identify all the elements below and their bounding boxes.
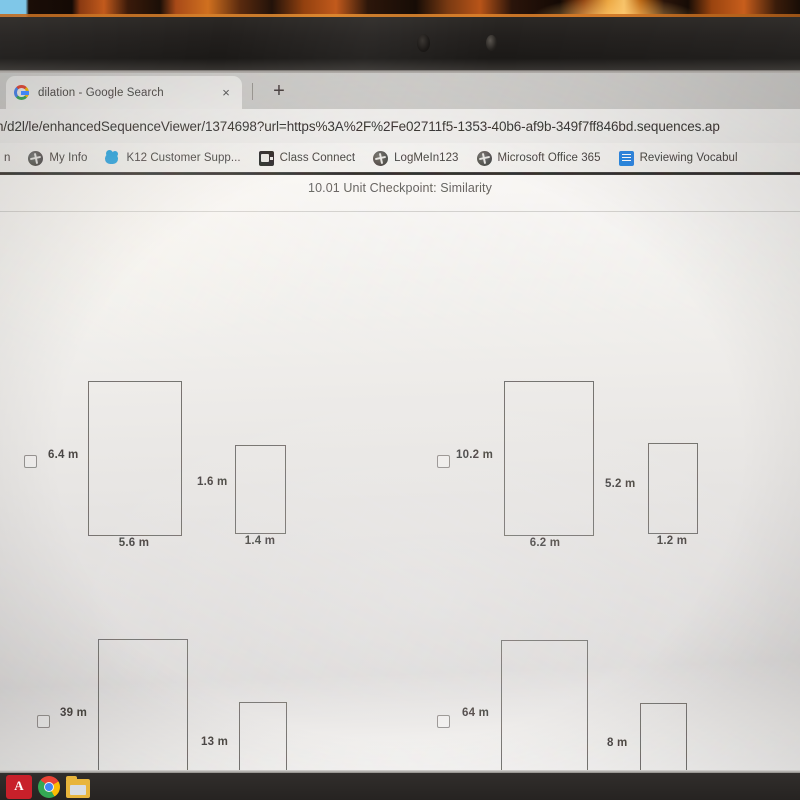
- option-d-small-height-label: 8 m: [607, 737, 628, 749]
- globe-icon: [373, 150, 389, 166]
- bookmark-label: n: [4, 152, 11, 164]
- chrome-icon[interactable]: [38, 775, 60, 798]
- quiz-page: 10.01 Unit Checkpoint: Similarity 6.4 m …: [0, 175, 800, 773]
- bookmark-label: LogMeIn123: [394, 152, 459, 164]
- close-icon[interactable]: ×: [218, 85, 234, 101]
- bookmark-item-my-info[interactable]: My Info: [19, 150, 96, 166]
- globe-icon: [476, 150, 492, 166]
- answer-option-b[interactable]: 10.2 m 6.2 m 5.2 m 1.2 m: [400, 175, 800, 549]
- address-bar[interactable]: n/d2l/le/enhancedSequenceViewer/1374698?…: [0, 109, 800, 143]
- laptop-photo: dilation - Google Search × + n/d2l/le/en…: [0, 0, 800, 800]
- bookmark-item-cut[interactable]: n: [0, 152, 19, 164]
- bookmark-item-reviewing-vocabulary[interactable]: Reviewing Vocabul: [610, 150, 747, 166]
- bookmark-item-logmein123[interactable]: LogMeIn123: [364, 150, 467, 166]
- option-c-small-height-label: 13 m: [201, 736, 229, 748]
- bookmark-label: K12 Customer Supp...: [126, 152, 241, 164]
- bookmark-item-class-connect[interactable]: Class Connect: [250, 150, 364, 166]
- bookmark-item-k12-customer-support[interactable]: K12 Customer Supp...: [96, 149, 249, 166]
- bookmarks-bar: n My Info K12 Customer Supp... Class Con…: [0, 143, 800, 173]
- rectangle-shape: [239, 702, 287, 773]
- option-b-checkbox[interactable]: [437, 455, 450, 468]
- pdf-icon[interactable]: [6, 774, 32, 799]
- rectangle-shape: [98, 639, 188, 773]
- option-c-checkbox[interactable]: [37, 715, 50, 728]
- bookmark-label: Reviewing Vocabul: [639, 152, 738, 164]
- option-c-large-height-label: 39 m: [60, 707, 88, 719]
- webcam-icon: [486, 35, 497, 51]
- bookmark-item-microsoft-office-365[interactable]: Microsoft Office 365: [468, 150, 610, 166]
- new-tab-button[interactable]: +: [268, 81, 290, 103]
- tab-separator: [252, 83, 253, 100]
- laptop-screen: dilation - Google Search × + n/d2l/le/en…: [0, 73, 800, 773]
- windows-taskbar: [0, 773, 800, 800]
- globe-icon: [28, 150, 44, 166]
- microphone-icon: [417, 34, 430, 52]
- option-d-large-height-label: 64 m: [462, 707, 490, 719]
- option-d-checkbox[interactable]: [437, 715, 450, 728]
- bookmark-label: Class Connect: [279, 152, 356, 164]
- option-a-checkbox[interactable]: [24, 455, 37, 468]
- google-g-icon: [14, 85, 29, 100]
- document-icon: [618, 150, 634, 166]
- folder-icon[interactable]: [66, 775, 90, 798]
- bezel-sheen: [0, 17, 800, 72]
- rectangle-shape: [640, 703, 687, 773]
- option-b-large-height-label: 10.2 m: [456, 449, 494, 461]
- answer-option-a[interactable]: 6.4 m 5.6 m 1.6 m 1.4 m: [0, 175, 400, 549]
- browser-tab-strip: dilation - Google Search × +: [0, 73, 800, 109]
- option-a-large-height-label: 6.4 m: [48, 449, 79, 461]
- bookmark-label: My Info: [49, 152, 88, 164]
- screen-share-icon: [258, 150, 274, 166]
- rectangle-shape: [501, 640, 588, 773]
- bookmark-label: Microsoft Office 365: [497, 152, 601, 164]
- cloud-icon: [105, 149, 120, 166]
- answer-option-d[interactable]: 64 m 36 m 8 m 6 m: [400, 475, 800, 773]
- answer-option-c[interactable]: 39 m 27 m 13 m 9 m: [0, 475, 400, 773]
- browser-tab[interactable]: dilation - Google Search ×: [6, 76, 242, 109]
- tab-title: dilation - Google Search: [38, 86, 164, 99]
- url-text: n/d2l/le/enhancedSequenceViewer/1374698?…: [0, 118, 720, 134]
